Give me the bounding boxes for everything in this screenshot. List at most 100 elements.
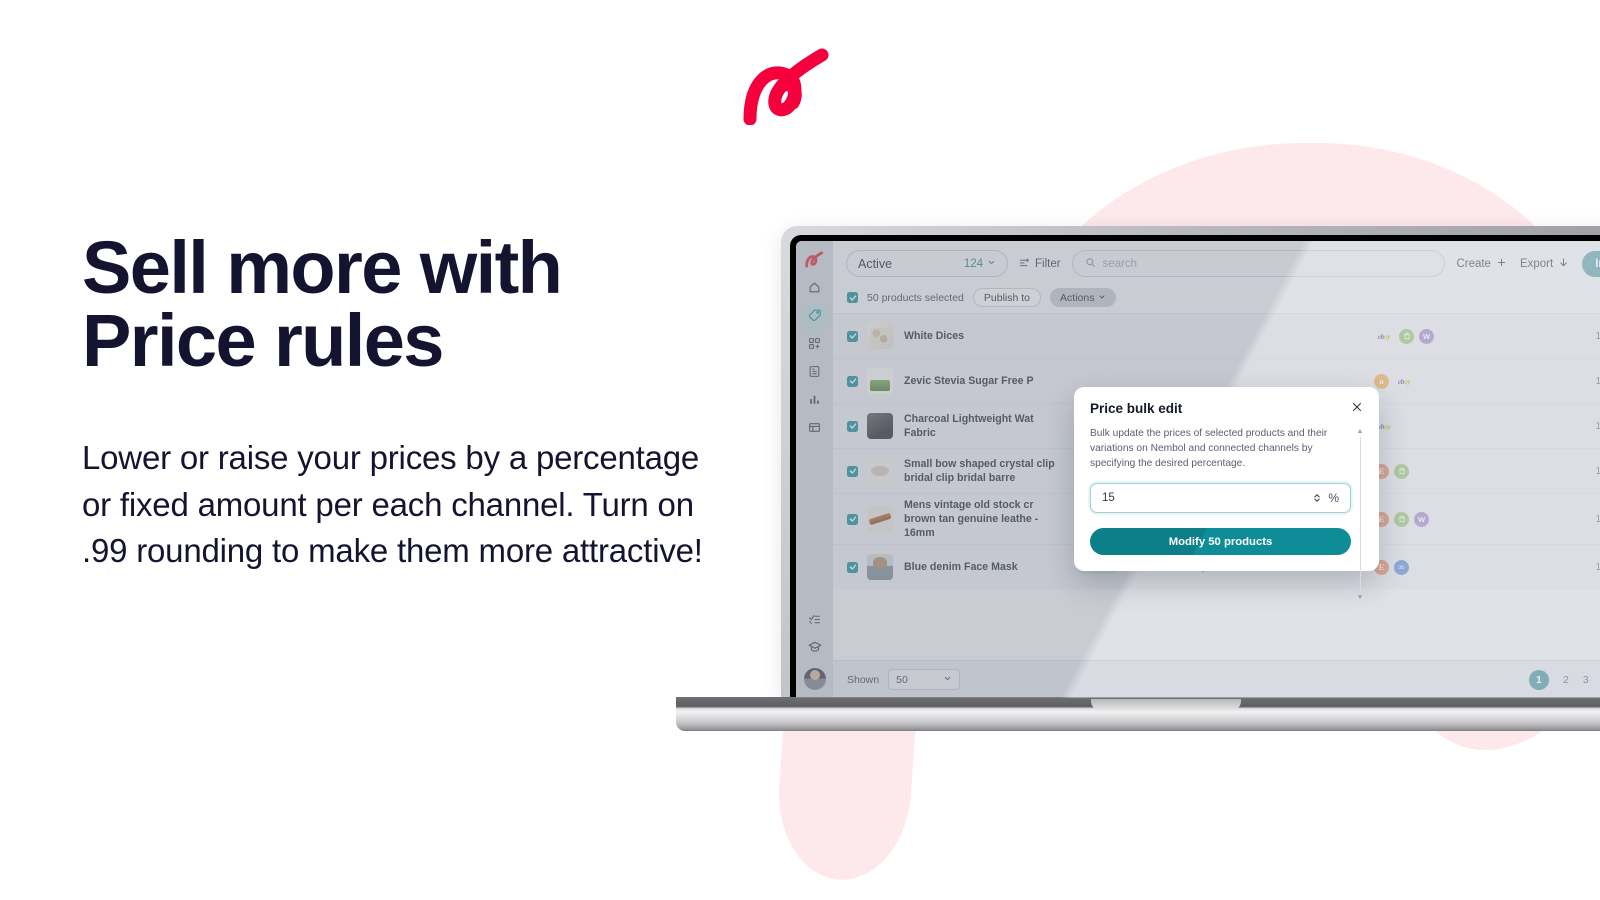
product-title: Mens vintage old stock cr brown tan genu… [904, 499, 1039, 540]
search-placeholder: search [1102, 257, 1138, 270]
laptop-base-notch [1091, 699, 1241, 711]
row-checkbox[interactable] [847, 420, 858, 432]
percentage-input[interactable]: 15 % [1090, 483, 1351, 514]
promo-page: Sell more with Price rules Lower or rais… [0, 0, 1600, 900]
page-size-select[interactable]: 50 [888, 669, 961, 690]
product-thumbnail [867, 554, 893, 581]
page-number[interactable]: 1 [1528, 669, 1549, 690]
product-title: White Dices [904, 329, 965, 342]
channel-ebay-icon: ebay [1397, 376, 1411, 386]
sidebar-item-orders[interactable] [801, 360, 828, 387]
product-date: 1/22/2024 [1595, 375, 1600, 387]
status-filter-count: 124 [964, 258, 996, 270]
page-number[interactable]: 2 [1563, 674, 1569, 686]
row-checkbox[interactable] [847, 561, 858, 573]
create-button[interactable]: Create [1456, 257, 1507, 271]
selection-bar: 50 products selected Publish to Actions [833, 285, 1600, 313]
filter-label: Filter [1035, 257, 1061, 270]
table-footer: Shown 50 123›» [833, 660, 1600, 698]
home-icon [808, 281, 821, 299]
row-select-cell [847, 465, 867, 477]
dialog-description: Bulk update the prices of selected produ… [1090, 428, 1328, 470]
sidebar-item-products[interactable] [801, 304, 828, 331]
chevron-down-icon [1098, 292, 1106, 304]
plus-icon [1496, 257, 1507, 271]
export-button[interactable]: Export [1520, 257, 1569, 271]
laptop-mockup: Active 124 Filter search Create Export I… [676, 226, 1600, 731]
import-button[interactable]: Import [1582, 250, 1600, 277]
sidebar-nembol-logo-icon[interactable] [804, 249, 826, 269]
sidebar-item-templates[interactable] [801, 416, 828, 443]
sidebar-item-analytics[interactable] [801, 388, 828, 415]
page-number[interactable]: 3 [1583, 674, 1589, 686]
filter-button[interactable]: Filter [1019, 257, 1061, 271]
product-thumbnail [867, 323, 893, 349]
shown-label: Shown [847, 673, 880, 686]
chevron-down-icon [943, 674, 952, 686]
sidebar-item-academy[interactable] [801, 636, 828, 663]
dialog-header: Price bulk edit [1090, 401, 1363, 416]
row-checkbox[interactable] [847, 513, 858, 525]
scroll-up-icon: ▲ [1356, 428, 1364, 435]
marketing-copy: Sell more with Price rules Lower or rais… [82, 226, 722, 575]
price-bulk-edit-dialog: Price bulk edit Bulk update the prices o… [1074, 387, 1379, 601]
sidebar-item-home[interactable] [801, 276, 828, 303]
search-input[interactable]: search [1071, 250, 1446, 277]
status-filter-select[interactable]: Active 124 [846, 250, 1008, 277]
channel-woocommerce-icon: W [1414, 511, 1429, 527]
sidebar-item-tasks[interactable] [801, 608, 828, 635]
laptop-bezel: Active 124 Filter search Create Export I… [790, 235, 1600, 698]
product-date: 1/19/2024 [1595, 420, 1600, 432]
dialog-title: Price bulk edit [1090, 401, 1183, 416]
tag-icon [808, 308, 822, 327]
actions-button[interactable]: Actions [1050, 288, 1117, 307]
page-subtitle: Lower or raise your prices by a percenta… [82, 439, 703, 570]
channel-ebay-icon: ebay [1377, 331, 1391, 341]
search-icon [1085, 255, 1096, 273]
page-title: Sell more with Price rules [82, 226, 563, 382]
selected-count-label: 50 products selected [867, 291, 964, 304]
row-checkbox[interactable] [847, 375, 858, 387]
stepper-up-down-icon[interactable] [1313, 493, 1321, 503]
row-select-cell [847, 513, 867, 525]
sidebar-item-channels[interactable] [801, 332, 828, 359]
row-select-cell [847, 420, 867, 432]
product-channels: aebay [1374, 373, 1470, 389]
create-label: Create [1456, 257, 1491, 270]
product-channels: EW [1374, 511, 1470, 527]
row-select-cell [847, 561, 867, 573]
product-title: Zevic Stevia Sugar Free P [904, 374, 1034, 387]
product-channels: ebay W [1374, 328, 1470, 344]
row-select-cell [847, 330, 867, 342]
graduation-cap-icon [808, 640, 822, 659]
row-checkbox[interactable] [847, 465, 858, 477]
filter-icon [1019, 257, 1030, 271]
scroll-track [1359, 437, 1361, 593]
bar-chart-icon [808, 393, 821, 411]
select-all-checkbox[interactable] [847, 292, 858, 303]
product-channels: ebay [1374, 419, 1470, 434]
modify-products-label: Modify 50 products [1168, 535, 1273, 548]
product-channels: E ∞ [1374, 559, 1470, 575]
product-title: Charcoal Lightweight Wat Fabric [904, 412, 1034, 439]
status-filter-label: Active [858, 256, 893, 271]
product-thumbnail [867, 458, 893, 484]
chevron-down-icon [987, 258, 996, 270]
avatar[interactable] [803, 668, 826, 690]
pagination: 123›» [1528, 669, 1600, 690]
product-channels: E [1374, 463, 1470, 479]
close-icon[interactable] [1351, 401, 1363, 416]
table-row[interactable]: White Dices ebay W 1/22/2024 [833, 313, 1600, 358]
dialog-scrollbar[interactable]: ▲ ▼ [1356, 428, 1364, 601]
channel-shop-bag-icon [1394, 511, 1409, 527]
export-label: Export [1519, 257, 1554, 270]
channel-shop-bag-icon [1399, 328, 1414, 344]
publish-to-label: Publish to [983, 291, 1031, 304]
channel-amazon-icon: a [1374, 373, 1389, 389]
modify-products-button[interactable]: Modify 50 products [1090, 528, 1351, 556]
nembol-logo-icon [740, 45, 840, 126]
product-date: 1/18/2024 [1595, 465, 1600, 477]
row-checkbox[interactable] [847, 330, 858, 342]
publish-to-button[interactable]: Publish to [972, 288, 1042, 307]
layout-panel-icon [808, 421, 821, 439]
